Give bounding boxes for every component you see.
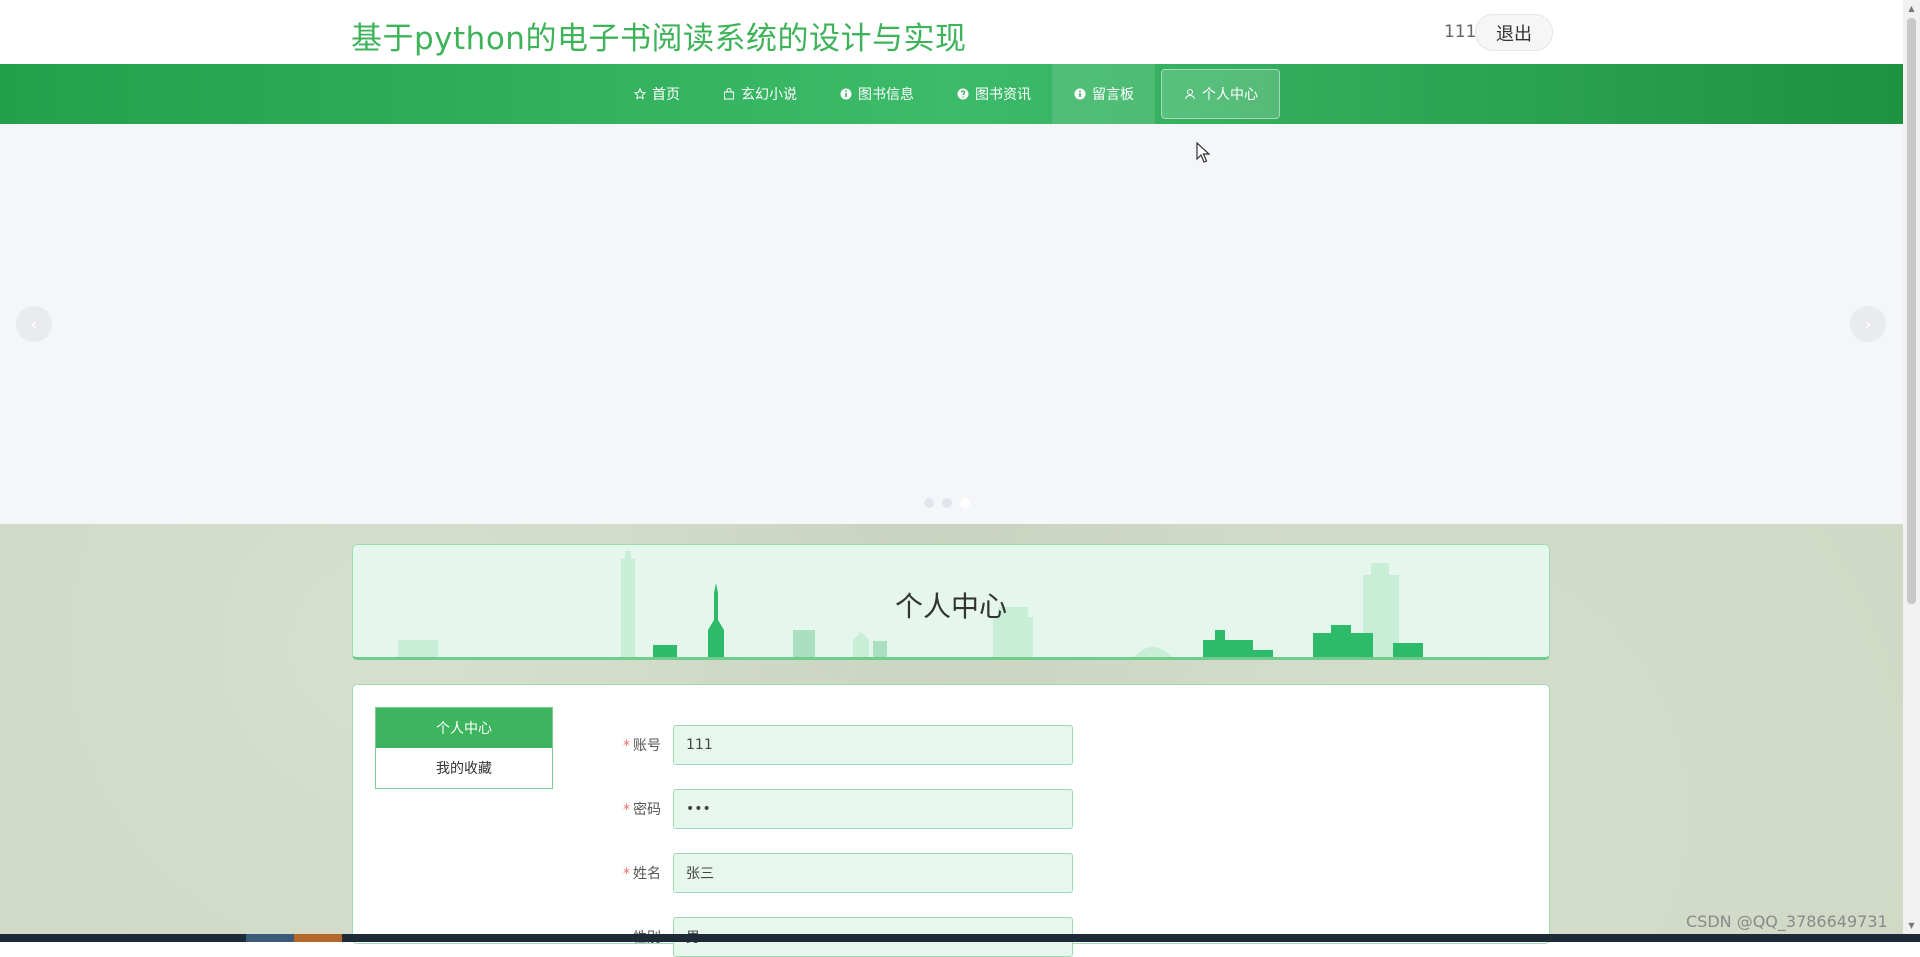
bag-icon bbox=[722, 88, 735, 101]
user-icon bbox=[1183, 88, 1196, 101]
section-banner: 个人中心 bbox=[352, 544, 1550, 660]
required-asterisk: * bbox=[623, 866, 630, 882]
main-nav: 首页 玄幻小说 图书信息 图书资讯 留言板 个人中心 bbox=[0, 64, 1903, 124]
nav-item-personal-center[interactable]: 个人中心 bbox=[1161, 69, 1280, 119]
required-asterisk: * bbox=[623, 802, 630, 818]
carousel-indicators bbox=[924, 498, 970, 508]
side-menu-item-favorites[interactable]: 我的收藏 bbox=[376, 748, 552, 788]
nav-item-label: 留言板 bbox=[1092, 87, 1134, 103]
scroll-down-icon[interactable]: ▼ bbox=[1903, 917, 1920, 934]
watermark-text: CSDN @QQ_3786649731 bbox=[1686, 912, 1888, 931]
form-row-password: * 密码 ••• bbox=[553, 789, 1073, 829]
carousel-prev-button[interactable]: ‹ bbox=[16, 306, 52, 342]
nav-item-label: 个人中心 bbox=[1202, 87, 1258, 103]
os-taskbar bbox=[0, 934, 1920, 942]
name-input[interactable]: 张三 bbox=[673, 853, 1073, 893]
form-row-account: * 账号 111 bbox=[553, 725, 1073, 765]
mouse-cursor-icon bbox=[1196, 142, 1210, 163]
name-label: * 姓名 bbox=[623, 866, 661, 882]
star-icon bbox=[633, 88, 646, 101]
scrollbar-thumb[interactable] bbox=[1907, 18, 1916, 604]
carousel-dot-active[interactable] bbox=[960, 498, 970, 508]
username-label: 111 bbox=[1444, 22, 1477, 42]
image-carousel: ‹ › bbox=[0, 124, 1903, 524]
password-input[interactable]: ••• bbox=[673, 789, 1073, 829]
nav-item-label: 图书资讯 bbox=[975, 87, 1031, 103]
account-input[interactable]: 111 bbox=[673, 725, 1073, 765]
question-icon bbox=[956, 88, 969, 101]
scroll-up-icon[interactable]: ▲ bbox=[1903, 0, 1920, 17]
nav-item-message-board[interactable]: 留言板 bbox=[1052, 64, 1155, 124]
form-row-name: * 姓名 张三 bbox=[553, 853, 1073, 893]
required-asterisk: * bbox=[623, 738, 630, 754]
section-title: 个人中心 bbox=[894, 590, 1007, 623]
logout-button[interactable]: 退出 bbox=[1475, 14, 1553, 51]
nav-item-fantasy-novels[interactable]: 玄幻小说 bbox=[701, 64, 818, 124]
info-icon bbox=[839, 88, 852, 101]
side-menu: 个人中心 我的收藏 bbox=[375, 707, 553, 789]
taskbar-app-icon[interactable] bbox=[294, 934, 342, 942]
profile-panel: 个人中心 我的收藏 *账号 111 *密码 ••• *姓名 张三 性别 男 bbox=[352, 684, 1550, 957]
chevron-left-icon: ‹ bbox=[30, 313, 38, 335]
password-label: * 密码 bbox=[623, 802, 661, 818]
nav-item-label: 玄幻小说 bbox=[741, 87, 797, 103]
top-header: 基于python的电子书阅读系统的设计与实现 111 退出 bbox=[0, 0, 1903, 64]
carousel-next-button[interactable]: › bbox=[1850, 306, 1886, 342]
account-label: * 账号 bbox=[623, 738, 661, 754]
carousel-dot[interactable] bbox=[924, 498, 934, 508]
carousel-dot[interactable] bbox=[942, 498, 952, 508]
nav-item-home[interactable]: 首页 bbox=[612, 64, 701, 124]
chevron-right-icon: › bbox=[1864, 313, 1872, 335]
taskbar-app-icon[interactable] bbox=[246, 934, 294, 942]
nav-item-label: 图书信息 bbox=[858, 87, 914, 103]
nav-item-book-news[interactable]: 图书资讯 bbox=[935, 64, 1052, 124]
info-icon bbox=[1073, 88, 1086, 101]
nav-item-book-info[interactable]: 图书信息 bbox=[818, 64, 935, 124]
side-menu-item-personal-center[interactable]: 个人中心 bbox=[376, 708, 552, 748]
nav-item-label: 首页 bbox=[652, 87, 680, 103]
site-title: 基于python的电子书阅读系统的设计与实现 bbox=[351, 21, 967, 57]
page-scrollbar[interactable]: ▲ ▼ bbox=[1903, 0, 1920, 934]
